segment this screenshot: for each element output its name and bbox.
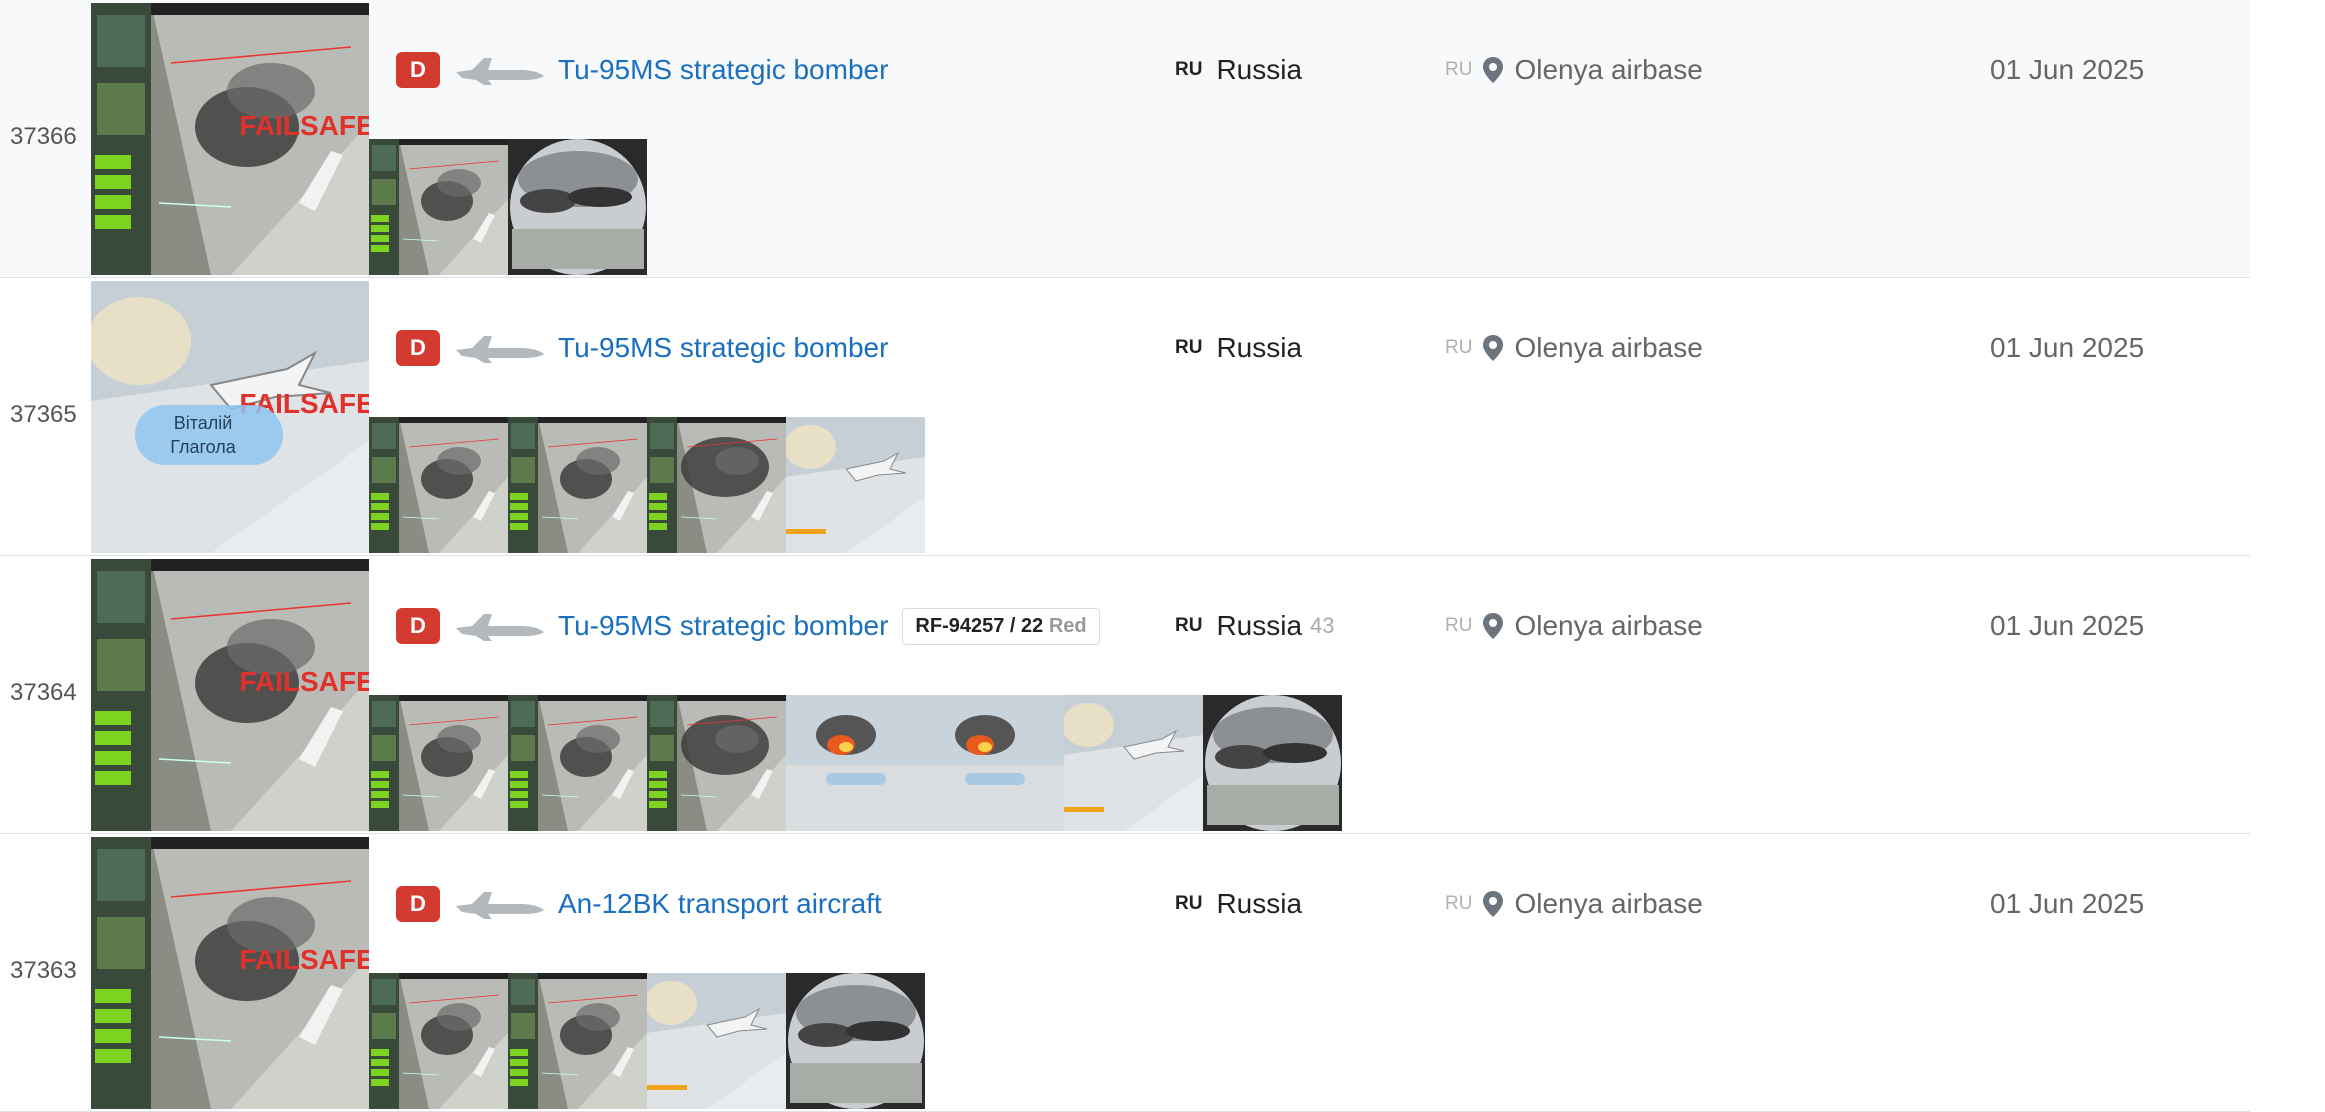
row-id: 37365 [10,401,77,428]
photo-thumbnail[interactable] [786,417,925,553]
svg-text:FAILSAFE: FAILSAFE [239,666,369,697]
photo-thumbnail[interactable] [1064,695,1203,831]
photo-strip [369,417,925,553]
equipment-cell: D Tu-95MS strategic bomber [396,328,888,368]
equipment-cell: D Tu-95MS strategic bomber [396,50,888,90]
country-code: RU [1175,615,1203,636]
serial-suffix: Red [1048,614,1087,637]
row-id: 37366 [10,123,77,150]
photo-thumbnail[interactable] [369,695,508,831]
location-name[interactable]: Olenya airbase [1514,332,1702,364]
date-cell: 01 Jun 2025 [1990,54,2145,85]
photo-thumbnail[interactable] [786,973,925,1109]
country-code: RU [1175,59,1203,80]
plane-icon [456,58,544,85]
country-cell: RU Russia [1175,50,1302,90]
plane-icon [456,336,544,363]
location-country-code: RU [1445,615,1473,636]
photo-thumbnail[interactable] [1203,695,1342,831]
svg-text:Віталій: Віталій [174,413,233,433]
serial-number: RF-94257 / 22 [915,614,1049,637]
photo-thumbnail[interactable] [508,139,647,275]
photo-thumbnail[interactable] [647,417,786,553]
location-cell: RU Olenya airbase [1445,884,1703,924]
date-cell: 01 Jun 2025 [1990,610,2145,641]
table-row: 37365 FAILSAFE Віталій Глагола D Tu-95MS s… [0,278,2250,556]
date-cell: 01 Jun 2025 [1990,888,2145,919]
status-badge: D [396,330,440,366]
svg-text:Глагола: Глагола [170,437,237,457]
photo-strip [369,695,1342,831]
country-count: 43 [1310,613,1335,638]
country-code: RU [1175,893,1203,914]
equipment-link[interactable]: Tu-95MS strategic bomber [558,54,888,86]
plane-icon [456,892,544,919]
map-pin-icon [1483,335,1504,361]
location-name[interactable]: Olenya airbase [1514,888,1702,920]
country-name[interactable]: Russia [1216,54,1302,86]
serial-tag: RF-94257 / 22 Red [902,607,1100,645]
main-photo[interactable]: FAILSAFE [91,837,369,1109]
svg-text:FAILSAFE: FAILSAFE [239,944,369,975]
country-cell: RU Russia [1175,328,1302,368]
location-cell: RU Olenya airbase [1445,328,1703,368]
map-pin-icon [1483,57,1504,83]
row-id: 37363 [10,957,77,984]
losses-table: 37366 FAILSAFE D Tu-95MS strategic bombe… [0,0,2250,1112]
country-name[interactable]: Russia [1216,332,1302,364]
main-photo[interactable]: FAILSAFE [91,3,369,275]
location-country-code: RU [1445,59,1473,80]
table-row: 37366 FAILSAFE D Tu-95MS strategic bombe… [0,0,2250,278]
photo-thumbnail[interactable] [925,695,1064,831]
country-name[interactable]: Russia [1216,610,1302,642]
photo-strip [369,973,925,1109]
equipment-link[interactable]: Tu-95MS strategic bomber [558,610,888,642]
plane-icon [456,614,544,641]
country-code: RU [1175,337,1203,358]
country-cell: RU Russia [1175,884,1302,924]
main-photo[interactable]: FAILSAFE Віталій Глагола [91,281,369,553]
photo-thumbnail[interactable] [369,973,508,1109]
row-id: 37364 [10,679,77,706]
photo-strip [369,139,647,275]
status-badge: D [396,608,440,644]
table-row: 37363 FAILSAFE D An-12BK transport aircr… [0,834,2250,1112]
photo-thumbnail[interactable] [508,417,647,553]
location-country-code: RU [1445,337,1473,358]
status-badge: D [396,886,440,922]
equipment-link[interactable]: Tu-95MS strategic bomber [558,332,888,364]
photo-thumbnail[interactable] [508,973,647,1109]
photo-thumbnail[interactable] [647,695,786,831]
svg-text:FAILSAFE: FAILSAFE [239,110,369,141]
photo-thumbnail[interactable] [369,417,508,553]
location-name[interactable]: Olenya airbase [1514,54,1702,86]
location-name[interactable]: Olenya airbase [1514,610,1702,642]
country-name[interactable]: Russia [1216,888,1302,920]
equipment-cell: D Tu-95MS strategic bomber RF-94257 / 22… [396,606,1100,646]
map-pin-icon [1483,891,1504,917]
location-cell: RU Olenya airbase [1445,50,1703,90]
country-cell: RU Russia 43 [1175,606,1335,646]
location-cell: RU Olenya airbase [1445,606,1703,646]
map-pin-icon [1483,613,1504,639]
photo-thumbnail[interactable] [786,695,925,831]
photo-thumbnail[interactable] [647,973,786,1109]
date-cell: 01 Jun 2025 [1990,332,2145,363]
photo-thumbnail[interactable] [369,139,508,275]
equipment-cell: D An-12BK transport aircraft [396,884,882,924]
equipment-link[interactable]: An-12BK transport aircraft [558,888,882,920]
location-country-code: RU [1445,893,1473,914]
table-row: 37364 FAILSAFE D Tu-95MS strategic bombe… [0,556,2250,834]
photo-thumbnail[interactable] [508,695,647,831]
status-badge: D [396,52,440,88]
main-photo[interactable]: FAILSAFE [91,559,369,831]
